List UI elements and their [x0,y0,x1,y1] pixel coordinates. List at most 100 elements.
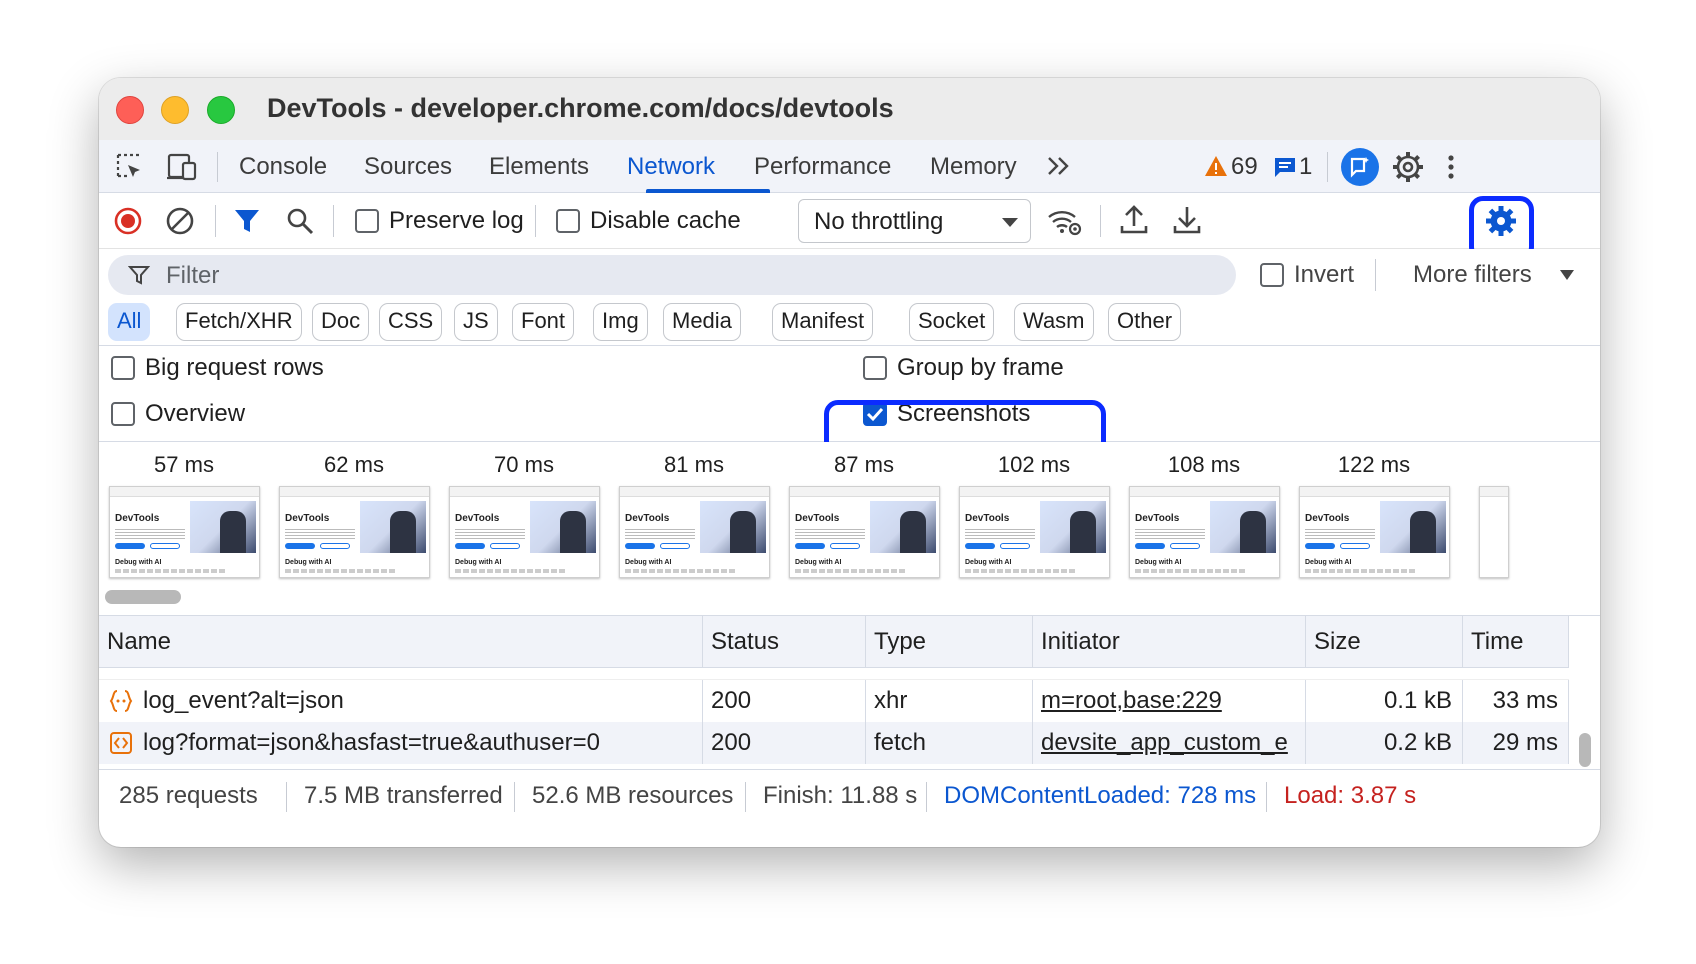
search-icon[interactable] [285,206,315,236]
type-filter-css[interactable]: CSS [379,303,443,341]
overview-label[interactable]: Overview [145,400,245,428]
devtools-window: DevTools - developer.chrome.com/docs/dev… [99,78,1600,847]
type-filter-other[interactable]: Other [1108,303,1182,341]
filter-input[interactable]: Filter [108,255,1236,295]
throttling-select[interactable]: No throttling [798,199,1031,243]
thumb-heading: DevTools [625,513,670,524]
screenshot-timestamp: 57 ms [154,452,214,477]
tab-console[interactable]: Console [239,140,327,193]
screenshot-timestamp: 81 ms [664,452,724,477]
request-time: 29 ms [1463,722,1569,764]
type-filter-font[interactable]: Font [512,303,575,341]
minimize-window-button[interactable] [161,96,189,124]
filter-funnel-icon[interactable] [233,206,261,236]
thumb-footer: Debug with AI [1135,559,1182,566]
column-name[interactable]: Name [99,616,703,668]
preserve-log-checkbox[interactable] [355,209,379,233]
request-name[interactable]: log_event?alt=json [99,680,703,722]
request-initiator-link[interactable]: devsite_app_custom_e [1033,722,1306,764]
request-type: fetch [866,722,1033,764]
screenshot-thumbnail[interactable]: DevTools Debug with AI [619,486,770,578]
type-filter-fetch-xhr[interactable]: Fetch/XHR [176,303,302,341]
network-conditions-icon[interactable] [1047,205,1083,237]
disable-cache-checkbox[interactable] [556,209,580,233]
warning-icon[interactable] [1204,154,1228,178]
thumb-footer: Debug with AI [795,559,842,566]
more-filters-caret-icon[interactable] [1559,269,1575,281]
group-by-frame-label[interactable]: Group by frame [897,354,1064,382]
request-count: 285 requests [119,782,258,809]
column-initiator[interactable]: Initiator [1033,616,1306,668]
type-filter-all[interactable]: All [108,303,151,341]
screenshot-thumbnail[interactable]: DevTools Debug with AI [1299,486,1450,578]
warning-count[interactable]: 69 [1231,153,1258,181]
stop-recording-icon[interactable] [113,206,143,236]
request-status: 200 [703,680,866,722]
type-filter-doc[interactable]: Doc [312,303,370,341]
message-count[interactable]: 1 [1299,153,1312,181]
vertical-scrollbar[interactable] [1579,733,1591,767]
type-filter-img[interactable]: Img [593,303,648,341]
table-header: Name Status Type Initiator Size Time [99,616,1569,668]
type-filter-manifest[interactable]: Manifest [772,303,874,341]
column-time[interactable]: Time [1463,616,1569,668]
type-filter-wasm[interactable]: Wasm [1014,303,1094,341]
screenshot-thumbnail[interactable] [1479,486,1509,578]
thumb-heading: DevTools [455,513,500,524]
big-request-rows-checkbox[interactable] [111,356,135,380]
type-filter-socket[interactable]: Socket [909,303,995,341]
disable-cache-label[interactable]: Disable cache [590,207,741,235]
tab-performance[interactable]: Performance [754,140,891,193]
request-initiator-link[interactable]: m=root,base:229 [1033,680,1306,722]
request-status: 200 [703,722,866,764]
column-type[interactable]: Type [866,616,1033,668]
window-title: DevTools - developer.chrome.com/docs/dev… [267,93,894,123]
requests-table: Name Status Type Initiator Size Time log… [99,616,1600,769]
fetch-icon [109,731,133,755]
device-toolbar-icon[interactable] [165,152,199,182]
devtools-settings-gear-icon[interactable] [1391,150,1425,184]
screenshot-timestamp: 108 ms [1167,452,1241,477]
screenshot-thumbnail[interactable]: DevTools Debug with AI [1129,486,1280,578]
screenshot-thumbnail[interactable]: DevTools Debug with AI [789,486,940,578]
ai-assistance-icon[interactable] [1341,148,1379,186]
tab-network[interactable]: Network [627,140,715,193]
invert-label[interactable]: Invert [1294,261,1354,289]
type-filter-media[interactable]: Media [663,303,741,341]
type-filter-js[interactable]: JS [454,303,498,341]
request-name[interactable]: log?format=json&hasfast=true&authuser=0 [99,722,703,764]
more-options-icon[interactable] [1445,152,1457,182]
tab-elements[interactable]: Elements [489,140,589,193]
preserve-log-label[interactable]: Preserve log [389,207,524,235]
export-har-download-icon[interactable] [1172,204,1202,236]
screenshot-thumbnail[interactable]: DevTools Debug with AI [109,486,260,578]
big-request-rows-label[interactable]: Big request rows [145,354,324,382]
request-time: 33 ms [1463,680,1569,722]
screenshot-timestamp: 102 ms [997,452,1071,477]
invert-checkbox[interactable] [1260,263,1284,287]
table-row[interactable]: log_event?alt=json 200 xhr m=root,base:2… [99,680,1569,722]
column-size[interactable]: Size [1306,616,1463,668]
import-har-upload-icon[interactable] [1119,204,1149,236]
overview-checkbox[interactable] [111,402,135,426]
filter-icon [128,264,150,286]
tab-sources[interactable]: Sources [364,140,452,193]
group-by-frame-checkbox[interactable] [863,356,887,380]
screenshot-thumbnail[interactable]: DevTools Debug with AI [449,486,600,578]
horizontal-scrollbar[interactable] [105,590,181,604]
inspect-element-icon[interactable] [115,152,145,182]
chevron-double-right-icon[interactable] [1045,153,1073,179]
thumb-footer: Debug with AI [285,559,332,566]
clear-icon[interactable] [165,206,195,236]
screenshot-thumbnail[interactable]: DevTools Debug with AI [959,486,1110,578]
table-row[interactable]: log?format=json&hasfast=true&authuser=0 … [99,722,1569,764]
request-size: 0.2 kB [1306,722,1463,764]
zoom-window-button[interactable] [207,96,235,124]
screenshot-thumbnail[interactable]: DevTools Debug with AI [279,486,430,578]
more-filters-button[interactable]: More filters [1413,261,1532,289]
close-window-button[interactable] [116,96,144,124]
column-status[interactable]: Status [703,616,866,668]
tab-memory[interactable]: Memory [930,140,1017,193]
message-icon[interactable] [1273,155,1297,179]
resource-type-filters: All Fetch/XHR Doc CSS JS Font Img Media … [99,301,1600,346]
